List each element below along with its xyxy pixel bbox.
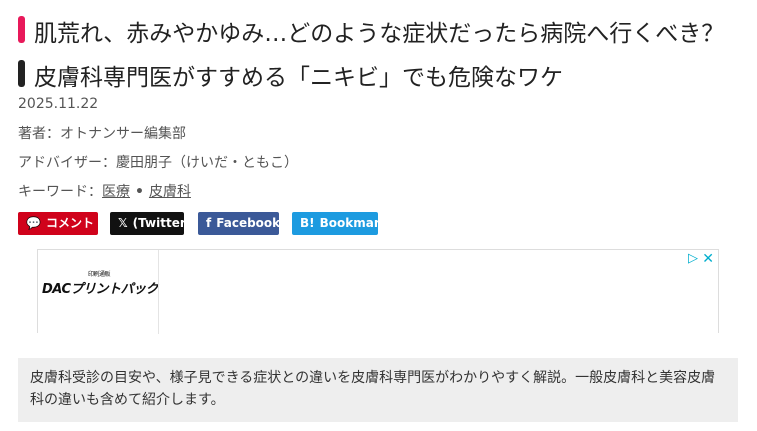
hatena-bookmark-label: Bookmark — [319, 216, 388, 230]
facebook-icon: f — [206, 216, 212, 230]
title-accent-bars — [18, 16, 25, 104]
comment-button[interactable]: 💬 コメント — [18, 212, 98, 235]
x-share-button[interactable]: 𝕏 (Twitter) — [110, 212, 191, 235]
advisor-line: アドバイザー：慶田朋子（けいだ・ともこ） — [18, 155, 298, 171]
keywords-label: キーワード： — [18, 184, 102, 200]
ad-logo-text: DACプリントパック — [42, 282, 159, 297]
hatena-bookmark-button[interactable]: B! Bookmark — [292, 212, 388, 235]
adchoices-icon[interactable]: ▷ — [688, 251, 698, 266]
publish-date: 2025.11.22 — [18, 96, 99, 112]
facebook-share-label: Facebook — [216, 216, 281, 230]
article-header: 肌荒れ、赤みやかゆみ…どのような症状だったら病院へ行くべき？ 皮膚科専門医がすす… — [18, 12, 748, 100]
ad-divider — [158, 250, 159, 334]
title-accent-bar-dark — [18, 60, 25, 87]
ad-logo[interactable]: 印刷通販 DACプリントパック — [42, 271, 159, 297]
keyword-link-dermatology[interactable]: 皮膚科 — [149, 184, 191, 200]
article-title: 肌荒れ、赤みやかゆみ…どのような症状だったら病院へ行くべき？ 皮膚科専門医がすす… — [34, 21, 748, 91]
ad-logo-subtext: 印刷通販 — [88, 271, 111, 278]
keyword-link-medical[interactable]: 医療 — [102, 184, 130, 200]
keywords-line: キーワード：医療 • 皮膚科 — [18, 181, 191, 201]
hatena-bookmark-icon: B! — [300, 216, 315, 230]
comment-button-label: コメント — [45, 216, 94, 230]
author-line: 著者：オトナンサー編集部 — [18, 126, 186, 142]
title-accent-bar-pink — [18, 16, 25, 43]
article-summary: 皮膚科受診の目安や、様子見できる症状との違いを皮膚科専門医がわかりやすく解説。一… — [18, 358, 738, 422]
ad-close-icon[interactable]: ✕ — [702, 251, 714, 267]
x-logo-icon: 𝕏 — [118, 216, 128, 230]
comment-icon: 💬 — [26, 216, 41, 230]
keyword-separator: • — [135, 184, 144, 200]
facebook-share-button[interactable]: f Facebook — [198, 212, 281, 235]
ad-banner[interactable]: 印刷通販 DACプリントパック ▷ ✕ — [37, 249, 719, 334]
x-share-label: (Twitter) — [132, 216, 192, 230]
